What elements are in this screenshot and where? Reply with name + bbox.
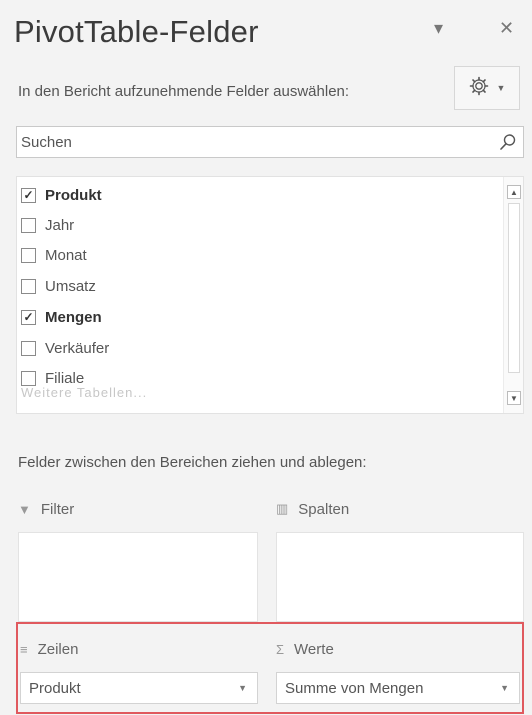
field-item-mengen[interactable]: ✓ Mengen bbox=[21, 305, 102, 329]
field-settings-button[interactable]: ▼ bbox=[454, 66, 520, 110]
rows-field-dropdown[interactable]: Produkt ▼ bbox=[20, 672, 258, 704]
field-list-scrollbar[interactable]: ▲ ▼ bbox=[503, 177, 523, 413]
search-icon[interactable] bbox=[493, 127, 523, 157]
scrollbar-thumb[interactable] bbox=[508, 203, 520, 373]
filter-area-label: Filter bbox=[40, 500, 75, 518]
field-search-box[interactable] bbox=[16, 126, 524, 158]
field-item-monat[interactable]: Monat bbox=[21, 243, 87, 267]
search-input[interactable] bbox=[17, 127, 493, 157]
filter-drop-area[interactable] bbox=[18, 532, 258, 622]
field-list: ✓ Produkt Jahr Monat Umsatz ✓ Mengen Ver… bbox=[16, 176, 524, 414]
rows-area-label: Zeilen bbox=[37, 640, 79, 658]
scroll-up-arrow-icon[interactable]: ▲ bbox=[507, 185, 521, 199]
close-icon[interactable]: ✕ bbox=[499, 18, 514, 39]
rows-field-value: Produkt bbox=[29, 679, 81, 697]
chevron-down-icon: ▼ bbox=[500, 683, 509, 693]
field-label: Jahr bbox=[45, 216, 75, 234]
field-label: Umsatz bbox=[45, 277, 96, 295]
areas-section-label: Felder zwischen den Bereichen ziehen und… bbox=[18, 454, 367, 471]
columns-icon: ▥ bbox=[276, 501, 289, 516]
values-field-dropdown[interactable]: Summe von Mengen ▼ bbox=[276, 672, 520, 704]
field-label: Monat bbox=[45, 246, 87, 264]
chevron-down-icon: ▼ bbox=[238, 683, 247, 693]
rows-icon: ≡ bbox=[20, 641, 28, 657]
sigma-icon: Σ bbox=[276, 641, 285, 657]
checkbox[interactable] bbox=[21, 278, 36, 294]
gear-icon bbox=[469, 76, 489, 101]
filter-area-header: ▼ Filter bbox=[18, 494, 258, 524]
checkbox-checked[interactable]: ✓ bbox=[21, 309, 36, 325]
columns-area-label: Spalten bbox=[298, 500, 350, 518]
fields-section-label: In den Bericht aufzunehmende Felder ausw… bbox=[18, 83, 350, 100]
checkbox[interactable] bbox=[21, 247, 36, 263]
scroll-down-arrow-icon[interactable]: ▼ bbox=[507, 391, 521, 405]
pane-title: PivotTable-Felder bbox=[14, 14, 259, 49]
checkbox[interactable] bbox=[21, 217, 36, 233]
field-label: Produkt bbox=[45, 186, 102, 204]
field-label: Filiale bbox=[45, 369, 85, 387]
field-item-jahr[interactable]: Jahr bbox=[21, 213, 74, 237]
more-tables-link[interactable]: Weitere Tabellen... bbox=[21, 385, 147, 400]
values-area-header: Σ Werte bbox=[276, 634, 520, 664]
checkbox[interactable] bbox=[21, 370, 36, 386]
checkbox[interactable] bbox=[21, 340, 36, 356]
checkbox-checked[interactable]: ✓ bbox=[21, 187, 36, 203]
pane-options-dropdown-icon[interactable]: ▾ bbox=[434, 18, 443, 39]
columns-drop-area[interactable] bbox=[276, 532, 524, 622]
values-field-value: Summe von Mengen bbox=[285, 679, 424, 697]
chevron-down-icon: ▼ bbox=[496, 83, 506, 93]
values-area-label: Werte bbox=[294, 640, 334, 658]
rows-area-header: ≡ Zeilen bbox=[20, 634, 256, 664]
field-item-verkaeufer[interactable]: Verkäufer bbox=[21, 336, 109, 360]
filter-icon: ▼ bbox=[18, 501, 31, 517]
columns-area-header: ▥ Spalten bbox=[276, 494, 524, 524]
field-item-produkt[interactable]: ✓ Produkt bbox=[21, 183, 102, 207]
field-label: Mengen bbox=[45, 308, 102, 326]
field-item-umsatz[interactable]: Umsatz bbox=[21, 274, 96, 298]
field-label: Verkäufer bbox=[45, 339, 110, 357]
